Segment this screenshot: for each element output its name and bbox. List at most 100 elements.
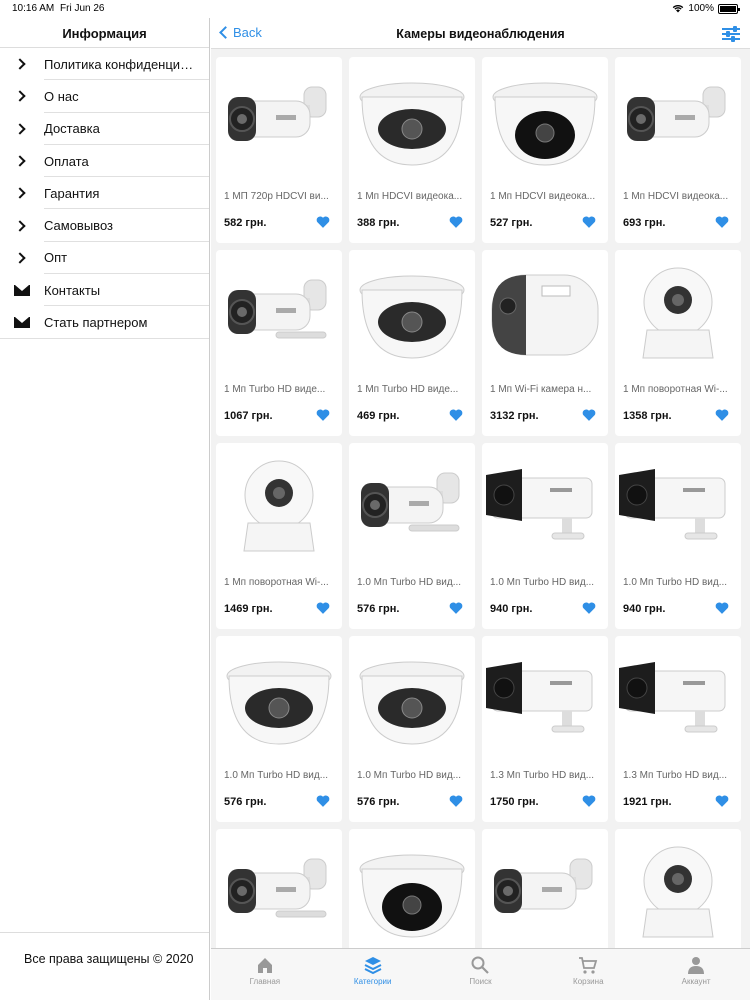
product-image [359, 82, 465, 166]
tab-label: Главная [249, 977, 281, 986]
tab-label: Категории [353, 977, 392, 986]
sidebar-item[interactable]: Гарантия [0, 177, 209, 210]
product-card[interactable]: 1 Мп HDCVI видеока... 388 грн. [349, 57, 475, 243]
product-name: 1.0 Мп Turbo HD вид... [623, 577, 728, 588]
product-card[interactable]: 1 Мп HDCVI видеока... 527 грн. [482, 57, 608, 243]
chevron-right-icon [0, 123, 44, 135]
envelope-icon [0, 284, 44, 296]
product-card[interactable]: 1 Мп Wi-Fi камера н... 3132 грн. [482, 250, 608, 436]
product-card[interactable]: 1 Мп HDCVI видеока... 693 грн. [615, 57, 741, 243]
person-icon [688, 957, 705, 974]
chevron-right-icon [0, 187, 44, 199]
tab-person[interactable]: Аккаунт [642, 949, 750, 1000]
tab-label: Поиск [469, 977, 492, 986]
sidebar-item[interactable]: Политика конфиденциа... [0, 48, 209, 81]
cart-icon [579, 957, 598, 974]
sidebar-item[interactable]: Опт [0, 242, 209, 275]
tab-search[interactable]: Поиск [427, 949, 535, 1000]
favorite-heart-icon[interactable] [715, 794, 729, 808]
favorite-heart-icon[interactable] [582, 215, 596, 229]
product-name: 1 Мп Wi-Fi камера н... [490, 384, 592, 395]
product-image [361, 472, 460, 532]
tab-cart[interactable]: Корзина [534, 949, 642, 1000]
navigation-bar: Back Камеры видеонаблюдения [211, 18, 750, 49]
favorite-heart-icon[interactable] [316, 408, 330, 422]
sidebar-item[interactable]: Стать партнером [0, 306, 209, 339]
product-card[interactable]: 1 Мп поворотная Wi-... 1358 грн. [615, 250, 741, 436]
product-card[interactable]: 1.0 Мп Turbo HD вид... 940 грн. [482, 443, 608, 629]
status-date: Fri Jun 26 [60, 3, 105, 14]
status-right: 100% [672, 3, 740, 14]
envelope-icon [0, 317, 44, 329]
layers-icon [364, 957, 382, 975]
sidebar-item[interactable]: Доставка [0, 113, 209, 146]
copyright-text: Все права защищены © 2020 [24, 952, 194, 966]
product-price: 3132 грн. [490, 410, 539, 422]
favorite-heart-icon[interactable] [316, 794, 330, 808]
favorite-heart-icon[interactable] [316, 215, 330, 229]
favorite-heart-icon[interactable] [715, 601, 729, 615]
product-name: 1 Мп HDCVI видеока... [623, 191, 729, 202]
sidebar-title: Информация [0, 18, 209, 48]
product-card[interactable]: 1.0 Мп Turbo HD вид... 576 грн. [349, 443, 475, 629]
favorite-heart-icon[interactable] [316, 601, 330, 615]
tab-label: Аккаунт [681, 977, 711, 986]
favorite-heart-icon[interactable] [449, 408, 463, 422]
chevron-right-icon [0, 219, 44, 232]
sliders-icon[interactable] [722, 26, 740, 42]
footer-divider [0, 932, 209, 933]
favorite-heart-icon[interactable] [449, 215, 463, 229]
favorite-heart-icon[interactable] [449, 794, 463, 808]
search-icon [471, 956, 490, 974]
product-name: 1.3 Мп Turbo HD вид... [490, 770, 595, 781]
favorite-heart-icon[interactable] [582, 601, 596, 615]
favorite-heart-icon[interactable] [715, 408, 729, 422]
product-card[interactable]: 1.0 Мп Turbo HD вид... 576 грн. [216, 636, 342, 822]
product-image [642, 267, 714, 359]
product-grid: 1 МП 720p HDCVI ви... 582 грн. 1 Мп HDCVI… [211, 50, 750, 1000]
product-card[interactable]: 1 МП 720p HDCVI ви... 582 грн. [216, 57, 342, 243]
product-name: 1 Мп Turbo HD виде... [357, 384, 459, 395]
product-name: 1.0 Мп Turbo HD вид... [490, 577, 595, 588]
product-name: 1.0 Мп Turbo HD вид... [357, 770, 462, 781]
main-panel: Back Камеры видеонаблюдения 1 МП 720p HD… [211, 18, 750, 1000]
product-price: 693 грн. [623, 217, 666, 229]
sidebar-item[interactable]: О нас [0, 80, 209, 113]
chevron-right-icon [0, 58, 44, 70]
status-time: 10:16 AM [12, 3, 55, 14]
product-card[interactable]: 1.0 Мп Turbo HD вид... 940 грн. [615, 443, 741, 629]
favorite-heart-icon[interactable] [715, 215, 729, 229]
favorite-heart-icon[interactable] [582, 408, 596, 422]
favorite-heart-icon[interactable] [582, 794, 596, 808]
product-card[interactable]: 1.0 Мп Turbo HD вид... 576 грн. [349, 636, 475, 822]
product-card[interactable]: 1 Мп поворотная Wi-... 1469 грн. [216, 443, 342, 629]
tab-home[interactable]: Главная [211, 949, 319, 1000]
sidebar-item[interactable]: Самовывоз [0, 209, 209, 243]
product-price: 940 грн. [490, 603, 533, 615]
product-card[interactable]: 1.3 Мп Turbo HD вид... 1750 грн. [482, 636, 608, 822]
favorite-heart-icon[interactable] [449, 601, 463, 615]
chevron-right-icon [0, 155, 44, 167]
product-image [486, 662, 593, 733]
product-image [228, 279, 327, 339]
sidebar-menu: Политика конфиденциа... О нас Доставка Опла… [0, 48, 209, 339]
product-price: 576 грн. [357, 796, 400, 808]
sidebar-item-label: Самовывоз [44, 218, 113, 234]
product-card[interactable]: 1 Мп Turbo HD виде... 1067 грн. [216, 250, 342, 436]
sidebar-item-label: Стать партнером [44, 315, 148, 331]
product-card[interactable]: 1.3 Мп Turbo HD вид... 1921 грн. [615, 636, 741, 822]
product-price: 527 грн. [490, 217, 533, 229]
product-price: 1358 грн. [623, 410, 672, 422]
sidebar-item-label: Контакты [44, 282, 101, 298]
sidebar-item[interactable]: Оплата [0, 145, 209, 178]
product-name: 1 Мп поворотная Wi-... [224, 577, 329, 588]
product-price: 1067 грн. [224, 410, 273, 422]
product-image [359, 661, 465, 745]
sidebar-item-label: Оплата [44, 153, 89, 169]
product-price: 1750 грн. [490, 796, 539, 808]
product-card[interactable]: 1 Мп Turbo HD виде... 469 грн. [349, 250, 475, 436]
product-image [492, 82, 598, 166]
sidebar-item[interactable]: Контакты [0, 274, 209, 307]
sidebar: Информация Политика конфиденциа... О нас Д… [0, 18, 210, 1000]
tab-layers[interactable]: Категории [319, 949, 427, 1000]
